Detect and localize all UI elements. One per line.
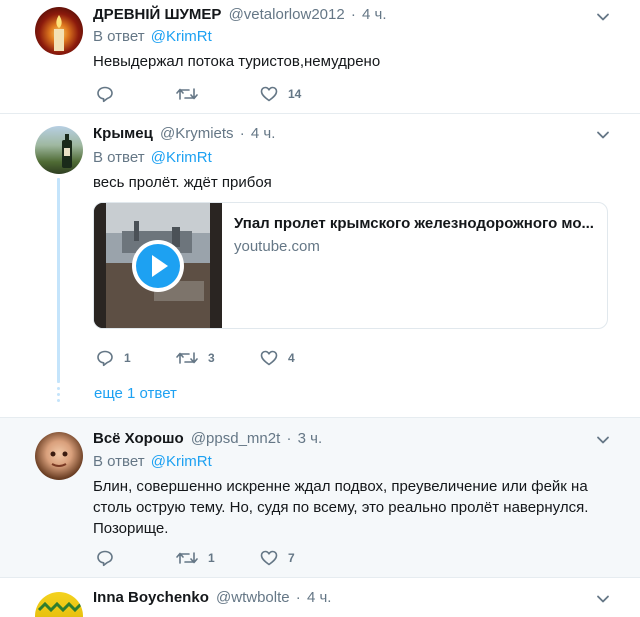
like-count: 7 — [288, 551, 295, 565]
reply-prefix: В ответ — [93, 149, 145, 166]
like-count: 4 — [288, 351, 295, 365]
candle-image — [54, 15, 64, 51]
reply-prefix: В ответ — [93, 28, 145, 45]
display-name[interactable]: Inna Boychenko — [93, 589, 209, 606]
separator: · — [350, 6, 356, 23]
reply-context: В ответ @KrimRt — [93, 28, 212, 45]
reply-context: В ответ @KrimRt — [93, 149, 212, 166]
like-count: 14 — [288, 87, 302, 101]
tweet-header: Inna Boychenko @wtwbolte · 4 ч. — [93, 589, 331, 609]
retweet-button[interactable]: 1 — [176, 548, 215, 568]
user-handle[interactable]: @vetalorlow2012 — [229, 6, 345, 23]
user-handle[interactable]: @wtwbolte — [216, 589, 290, 606]
reply-mention-link[interactable]: @KrimRt — [151, 149, 212, 166]
retweet-icon — [176, 352, 198, 364]
retweet-icon — [176, 88, 198, 100]
reply-prefix: В ответ — [93, 453, 145, 470]
like-icon — [260, 350, 278, 366]
embroidery-image — [37, 601, 83, 613]
chevron-down-icon[interactable] — [596, 128, 610, 142]
avatar[interactable] — [35, 7, 83, 55]
play-icon[interactable] — [130, 238, 186, 294]
user-handle[interactable]: @Krymiets — [160, 125, 234, 142]
separator: · — [295, 589, 301, 606]
thread-line — [57, 178, 60, 383]
like-button[interactable]: 14 — [260, 84, 301, 104]
reply-button[interactable] — [96, 84, 124, 104]
reply-icon — [97, 86, 113, 103]
tweet-actions: 1 3 4 — [96, 348, 516, 368]
reply-mention-link[interactable]: @KrimRt — [151, 453, 212, 470]
timestamp[interactable]: 4 ч. — [362, 6, 387, 23]
display-name[interactable]: Всё Хорошо — [93, 430, 184, 447]
chevron-down-icon[interactable] — [596, 592, 610, 606]
tweet-text: Блин, совершенно искренне ждал подвох, п… — [93, 478, 589, 537]
reply-button[interactable]: 1 — [96, 348, 131, 368]
display-name[interactable]: Крымец — [93, 125, 153, 142]
show-more-replies-link[interactable]: еще 1 ответ — [94, 385, 177, 402]
tweet-3[interactable]: Всё Хорошо @ppsd_mn2t · 3 ч. В ответ @Kr… — [0, 418, 640, 577]
chevron-down-icon[interactable] — [596, 10, 610, 24]
like-button[interactable]: 7 — [260, 548, 295, 568]
face-image — [50, 451, 68, 467]
reply-icon — [97, 550, 113, 567]
tweet-header: ДРЕВНІЙ ШУМЕР @vetalorlow2012 · 4 ч. — [93, 6, 387, 26]
timestamp[interactable]: 3 ч. — [298, 430, 323, 447]
tweet-text: Невыдержал потока туристов,немудрено — [93, 53, 381, 70]
timestamp[interactable]: 4 ч. — [251, 125, 276, 142]
tweet-1[interactable]: ДРЕВНІЙ ШУМЕР @vetalorlow2012 · 4 ч. В о… — [0, 0, 640, 113]
display-name[interactable]: ДРЕВНІЙ ШУМЕР — [93, 6, 221, 23]
avatar[interactable] — [35, 126, 83, 174]
tweet-text: весь пролёт. ждёт прибоя — [93, 174, 272, 191]
chevron-down-icon[interactable] — [596, 433, 610, 447]
retweet-icon — [176, 552, 198, 564]
like-button[interactable]: 4 — [260, 348, 295, 368]
separator: · — [239, 125, 245, 142]
retweet-button[interactable]: 3 — [176, 348, 215, 368]
reply-button[interactable] — [96, 548, 124, 568]
reply-mention-link[interactable]: @KrimRt — [151, 28, 212, 45]
user-handle[interactable]: @ppsd_mn2t — [191, 430, 280, 447]
like-icon — [260, 86, 278, 102]
timestamp[interactable]: 4 ч. — [307, 589, 332, 606]
link-card[interactable]: Упал пролет крымского железнодорожного м… — [93, 202, 608, 329]
reply-icon — [97, 350, 113, 367]
tweet-header: Крымец @Krymiets · 4 ч. — [93, 125, 275, 145]
card-domain: youtube.com — [234, 238, 320, 255]
retweet-count: 1 — [208, 551, 215, 565]
reply-count: 1 — [124, 351, 131, 365]
video-thumbnail[interactable] — [94, 203, 222, 328]
avatar[interactable] — [35, 432, 83, 480]
tweet-header: Всё Хорошо @ppsd_mn2t · 3 ч. — [93, 430, 322, 450]
card-title[interactable]: Упал пролет крымского железнодорожного м… — [234, 215, 594, 232]
reply-context: В ответ @KrimRt — [93, 453, 212, 470]
avatar[interactable] — [35, 592, 83, 617]
tweet-actions: 14 — [96, 84, 516, 104]
retweet-count: 3 — [208, 351, 215, 365]
bottle-image — [62, 134, 72, 168]
separator: · — [286, 430, 292, 447]
like-icon — [260, 550, 278, 566]
tweet-4[interactable]: Inna Boychenko @wtwbolte · 4 ч. — [0, 578, 640, 617]
tweet-actions: 1 7 — [96, 548, 516, 568]
retweet-button[interactable] — [176, 84, 208, 104]
